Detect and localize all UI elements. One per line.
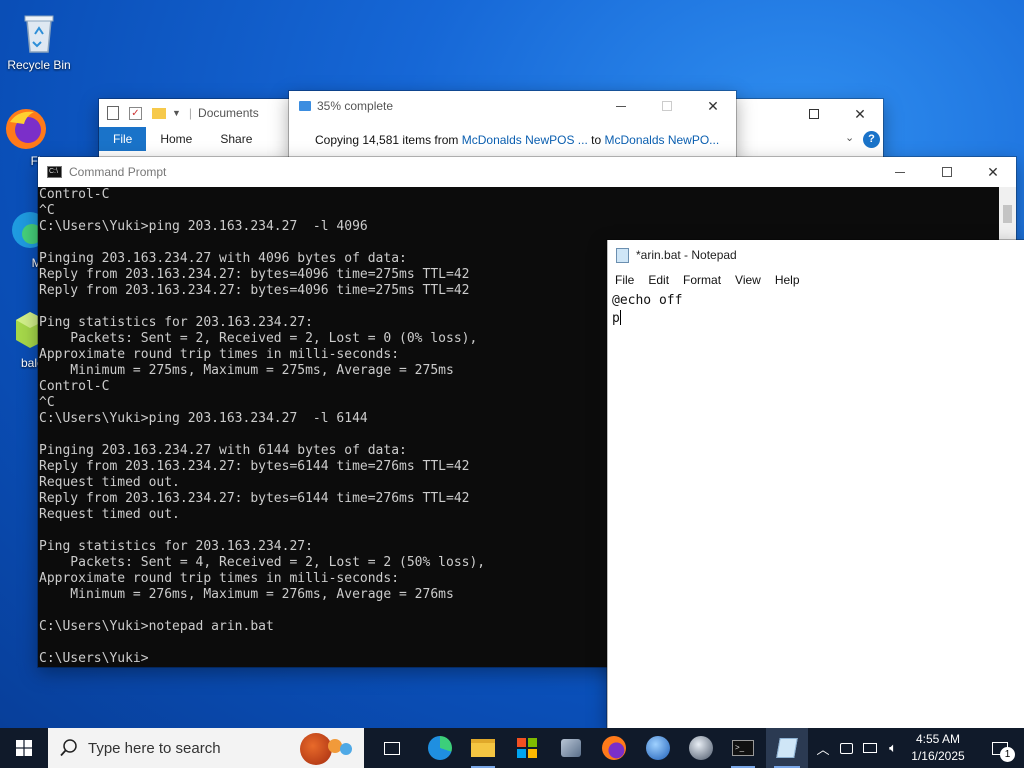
maximize-icon	[662, 101, 672, 111]
ribbon-expand-icon[interactable]: ⌄	[845, 131, 854, 144]
cmd-title: Command Prompt	[69, 165, 167, 179]
minimize-icon	[895, 171, 905, 173]
explorer-title: Documents	[198, 106, 259, 120]
properties-icon	[107, 106, 119, 120]
close-icon: ✕	[854, 105, 866, 122]
taskbar-clock[interactable]: 4:55 AM 1/16/2025	[902, 731, 974, 765]
recycle-bin-icon	[15, 8, 63, 56]
menu-help[interactable]: Help	[768, 273, 807, 287]
edge-icon	[428, 736, 452, 760]
task-view-icon	[384, 741, 400, 755]
taskbar-app-tool[interactable]	[551, 728, 591, 768]
cmd-titlebar[interactable]: C:\ Command Prompt	[38, 157, 1016, 187]
explorer-maximize-button[interactable]	[791, 99, 837, 129]
firefox-icon	[0, 104, 48, 152]
taskbar-file-explorer[interactable]	[463, 728, 503, 768]
search-highlight-image	[300, 733, 360, 765]
menu-format[interactable]: Format	[676, 273, 728, 287]
close-icon: ✕	[707, 97, 719, 114]
tray-network[interactable]	[859, 728, 881, 768]
notepad-icon	[776, 738, 798, 758]
network-icon	[863, 743, 877, 753]
copy-dialog-title: 35% complete	[317, 99, 394, 113]
taskbar-notepad[interactable]	[766, 728, 808, 768]
folder-icon	[471, 739, 495, 757]
copy-progress-dialog[interactable]: 35% complete ✕ Copying 14,581 items from…	[289, 91, 736, 161]
cmd-app-icon: C:\	[47, 166, 62, 178]
speaker-icon: 🔈︎	[889, 740, 897, 755]
copy-progress-icon	[299, 101, 311, 111]
notepad-editor[interactable]: @echo off p	[612, 292, 1024, 728]
windows-logo-icon	[16, 740, 32, 756]
ribbon-tab-share[interactable]: Share	[206, 127, 266, 151]
desktop: Recycle Bin Fire Micr Ed bal	[0, 0, 1024, 728]
tray-meet-now[interactable]	[835, 728, 857, 768]
help-icon[interactable]: ?	[863, 131, 880, 148]
editor-line: p	[612, 310, 621, 326]
taskbar-app-sphere[interactable]	[681, 728, 721, 768]
copy-dialog-minimize-button[interactable]	[598, 91, 644, 121]
maximize-icon	[942, 167, 952, 177]
cmd-scrollbar-thumb[interactable]	[1003, 205, 1012, 223]
cmd-close-button[interactable]: ✕	[970, 157, 1016, 187]
text-caret	[619, 310, 621, 325]
tray-volume[interactable]: 🔈︎	[882, 728, 904, 768]
store-icon	[517, 738, 537, 758]
task-view-button[interactable]	[372, 728, 412, 768]
sphere-app-icon	[689, 736, 713, 760]
taskbar-firefox[interactable]	[594, 728, 634, 768]
notification-icon: 1	[992, 741, 1015, 762]
firefox-icon	[602, 736, 626, 760]
minimize-icon	[616, 105, 626, 107]
menu-view[interactable]: View	[728, 273, 768, 287]
copy-description: Copying 14,581 items from McDonalds NewP…	[315, 133, 720, 147]
taskbar: Type here to search >_ ︿ 🔈︎ 4:55 AM 1/16…	[0, 728, 1024, 768]
copy-dialog-maximize-button	[644, 91, 690, 121]
tool-icon	[561, 739, 581, 757]
notification-badge: 1	[1000, 746, 1015, 762]
desktop-icon-label: Recycle Bin	[7, 58, 71, 72]
explorer-close-button[interactable]: ✕	[837, 99, 883, 129]
close-icon: ✕	[987, 163, 999, 180]
taskbar-edge[interactable]	[420, 728, 460, 768]
maximize-icon	[809, 109, 819, 119]
notepad-window[interactable]: *arin.bat - Notepad File Edit Format Vie…	[607, 240, 1024, 728]
clock-date: 1/16/2025	[911, 749, 965, 763]
cmd-minimize-button[interactable]	[877, 157, 923, 187]
editor-line: @echo off	[612, 293, 683, 308]
blue-app-icon	[646, 736, 670, 760]
action-center-button[interactable]: 1	[980, 728, 1020, 768]
ribbon-tab-home[interactable]: Home	[146, 127, 206, 151]
clock-time: 4:55 AM	[915, 732, 961, 746]
menu-file[interactable]: File	[608, 273, 641, 287]
taskbar-store[interactable]	[507, 728, 547, 768]
notepad-titlebar[interactable]: *arin.bat - Notepad	[608, 240, 1024, 270]
notepad-menubar: File Edit Format View Help	[608, 270, 1024, 290]
notepad-title: *arin.bat - Notepad	[636, 248, 737, 262]
cmd-maximize-button[interactable]	[924, 157, 970, 187]
search-placeholder: Type here to search	[88, 739, 221, 757]
taskbar-command-prompt[interactable]: >_	[723, 728, 763, 768]
taskbar-search-box[interactable]: Type here to search	[48, 728, 364, 768]
copy-source-link[interactable]: McDonalds NewPOS ...	[462, 133, 588, 147]
search-icon	[60, 739, 77, 757]
taskbar-app-blue[interactable]	[638, 728, 678, 768]
ribbon-tab-file[interactable]: File	[99, 127, 147, 151]
notepad-app-icon	[616, 247, 629, 263]
chevron-up-icon: ︿	[816, 741, 830, 757]
checkmark-icon[interactable]: ✓	[129, 106, 142, 120]
copy-destination-link[interactable]: McDonalds NewPO...	[604, 133, 719, 147]
start-button[interactable]	[4, 728, 44, 768]
folder-icon	[152, 107, 166, 119]
menu-edit[interactable]: Edit	[641, 273, 676, 287]
quick-access-dropdown-icon[interactable]: ▼	[172, 108, 181, 118]
desktop-icon-recycle-bin[interactable]: Recycle Bin	[1, 8, 77, 72]
copy-dialog-close-button[interactable]: ✕	[690, 91, 736, 121]
show-hidden-icons-button[interactable]: ︿	[812, 728, 834, 768]
camera-icon	[839, 742, 853, 754]
terminal-icon: >_	[732, 740, 754, 756]
